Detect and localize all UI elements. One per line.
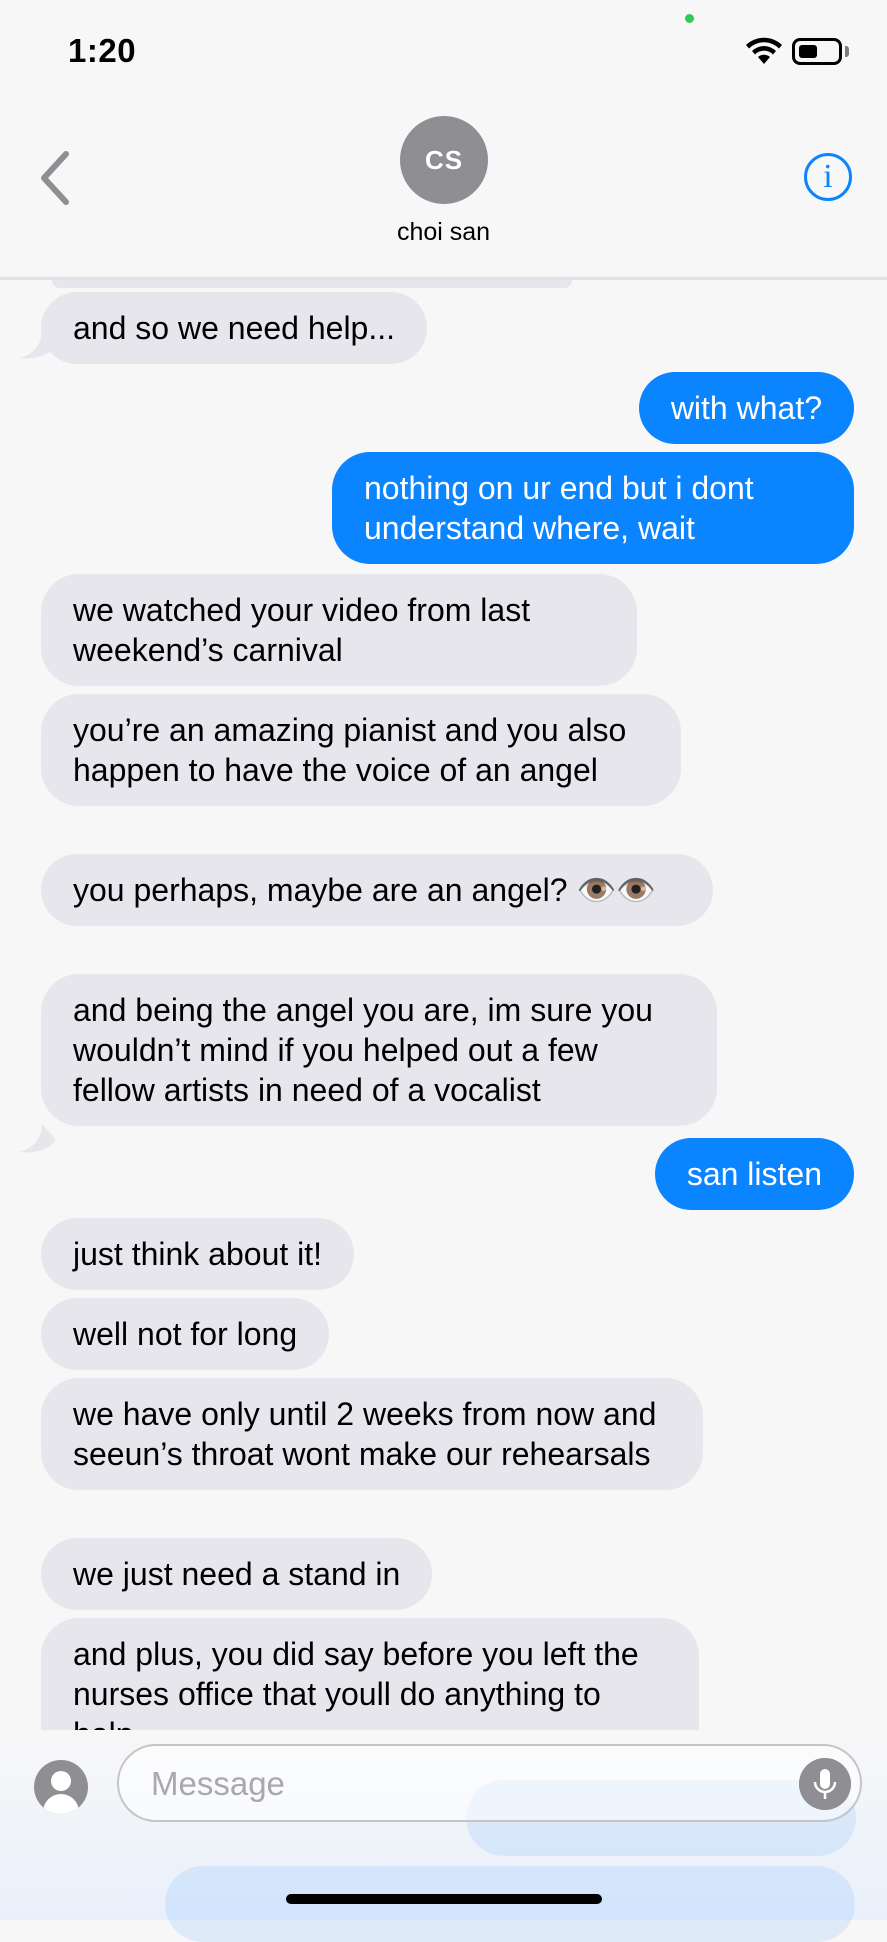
message-bubble-incoming[interactable]: you’re an amazing pianist and you also h… xyxy=(41,694,681,806)
blurred-bubble xyxy=(165,1866,855,1942)
message-bubble-incoming[interactable]: just think about it! xyxy=(41,1218,355,1290)
message-bubble-incoming[interactable]: and plus, you did say before you left th… xyxy=(41,1618,699,1730)
microphone-icon[interactable] xyxy=(799,1758,851,1810)
battery-icon xyxy=(792,38,842,65)
wifi-icon xyxy=(746,37,782,64)
message-bubble-incoming[interactable]: you perhaps, maybe are an angel? 👁️👁️ xyxy=(41,854,713,926)
battery-tip xyxy=(845,46,849,57)
message-bubble-outgoing[interactable]: with what? xyxy=(638,372,854,444)
back-chevron-icon[interactable] xyxy=(36,148,76,208)
message-bubble-incoming[interactable]: we watched your video from last weekend’… xyxy=(41,574,637,686)
message-bubble-incoming[interactable]: we have only until 2 weeks from now and … xyxy=(41,1378,703,1490)
message-thread[interactable]: and so we need help... with what? nothin… xyxy=(0,280,887,1730)
bubble-tail xyxy=(20,1124,56,1153)
home-indicator[interactable] xyxy=(286,1894,602,1904)
message-bubble-outgoing[interactable]: san listen xyxy=(654,1138,854,1210)
contact-name[interactable]: choi san xyxy=(0,218,887,247)
status-time: 1:20 xyxy=(68,32,137,69)
info-icon[interactable]: i xyxy=(804,153,852,201)
message-bubble-incoming[interactable]: and being the angel you are, im sure you… xyxy=(41,974,717,1126)
message-bubble-incoming[interactable]: well not for long xyxy=(41,1298,330,1370)
message-bubble-incoming[interactable]: we just need a stand in xyxy=(41,1538,433,1610)
contact-avatar[interactable]: CS xyxy=(400,116,488,204)
message-field[interactable] xyxy=(117,1744,862,1822)
message-bubble-outgoing[interactable]: nothing on ur end but i dont understand … xyxy=(332,452,854,564)
conversation-header: CS choi san i xyxy=(0,100,887,280)
message-input[interactable] xyxy=(149,1764,753,1804)
bubble-tail xyxy=(20,330,56,359)
message-bubble-incoming[interactable]: and so we need help... xyxy=(41,292,428,364)
mic-in-use-indicator xyxy=(685,14,694,23)
status-bar: 1:20 xyxy=(0,0,887,100)
composer-bar xyxy=(0,1730,887,1942)
message-bubble-partial xyxy=(52,280,572,288)
person-icon[interactable] xyxy=(34,1760,88,1814)
